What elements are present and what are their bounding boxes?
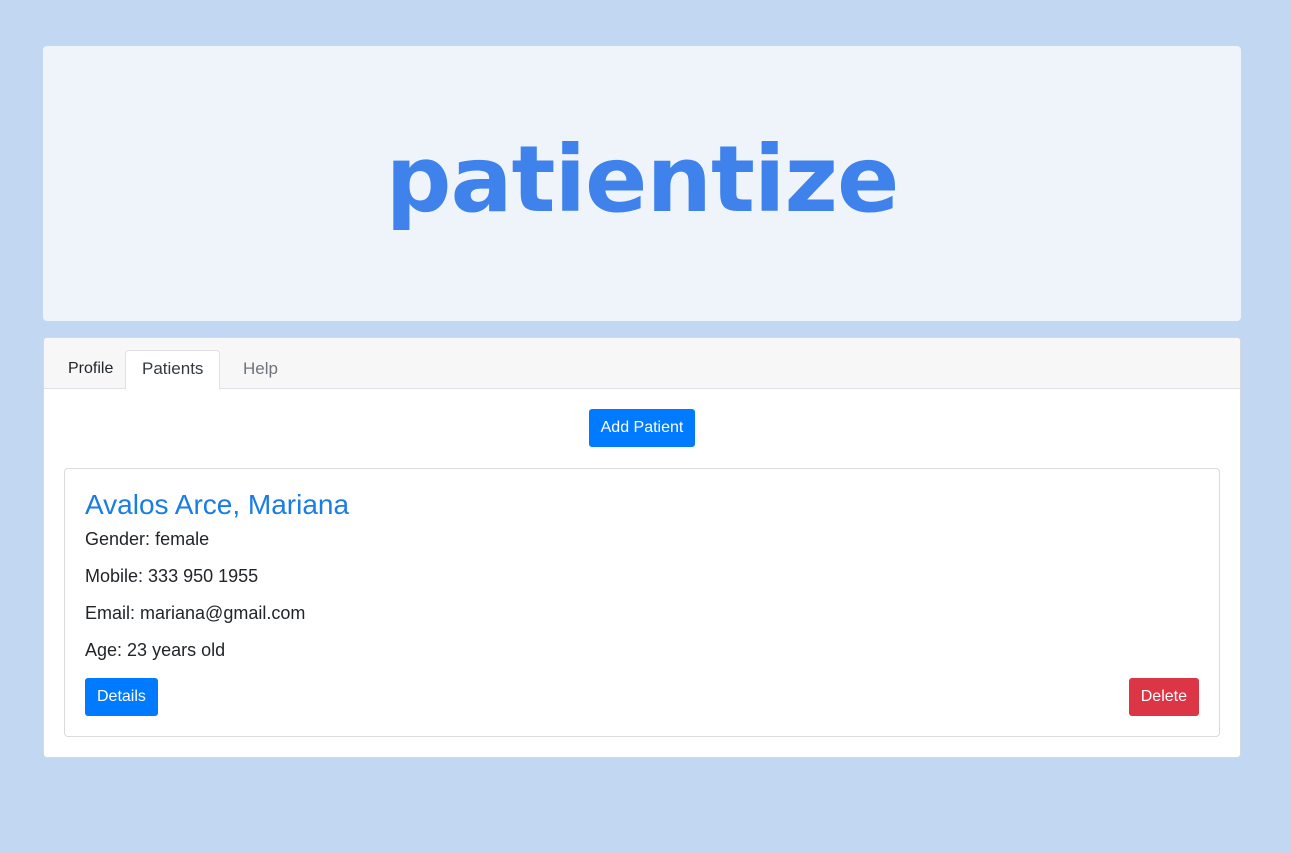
patient-name[interactable]: Avalos Arce, Mariana (85, 489, 349, 521)
header-banner: patientize (43, 46, 1241, 321)
main-card: Profile Patients Help Add Patient Avalos… (43, 337, 1241, 758)
tab-bar: Profile Patients Help (44, 338, 1240, 390)
patientize-logo: patientize (385, 125, 900, 233)
age-label: Age: (85, 640, 123, 660)
mobile-label: Mobile: (85, 566, 144, 586)
tab-profile[interactable]: Profile (54, 350, 127, 390)
patient-mobile: Mobile: 333 950 1955 (85, 566, 258, 587)
patient-card: Avalos Arce, Mariana Gender: female Mobi… (64, 468, 1220, 737)
patient-gender: Gender: female (85, 529, 209, 550)
tab-patients[interactable]: Patients (125, 350, 221, 390)
gender-value: female (155, 529, 210, 549)
email-value: mariana@gmail.com (140, 603, 306, 623)
mobile-value: 333 950 1955 (148, 566, 259, 586)
patient-age: Age: 23 years old (85, 640, 225, 661)
age-value: 23 years old (127, 640, 226, 660)
gender-label: Gender: (85, 529, 151, 549)
details-button[interactable]: Details (85, 678, 158, 716)
tab-help[interactable]: Help (226, 350, 295, 390)
patient-email: Email: mariana@gmail.com (85, 603, 305, 624)
email-label: Email: (85, 603, 136, 623)
add-patient-row: Add Patient (44, 409, 1240, 447)
add-patient-button[interactable]: Add Patient (588, 409, 696, 447)
delete-button[interactable]: Delete (1128, 678, 1199, 716)
